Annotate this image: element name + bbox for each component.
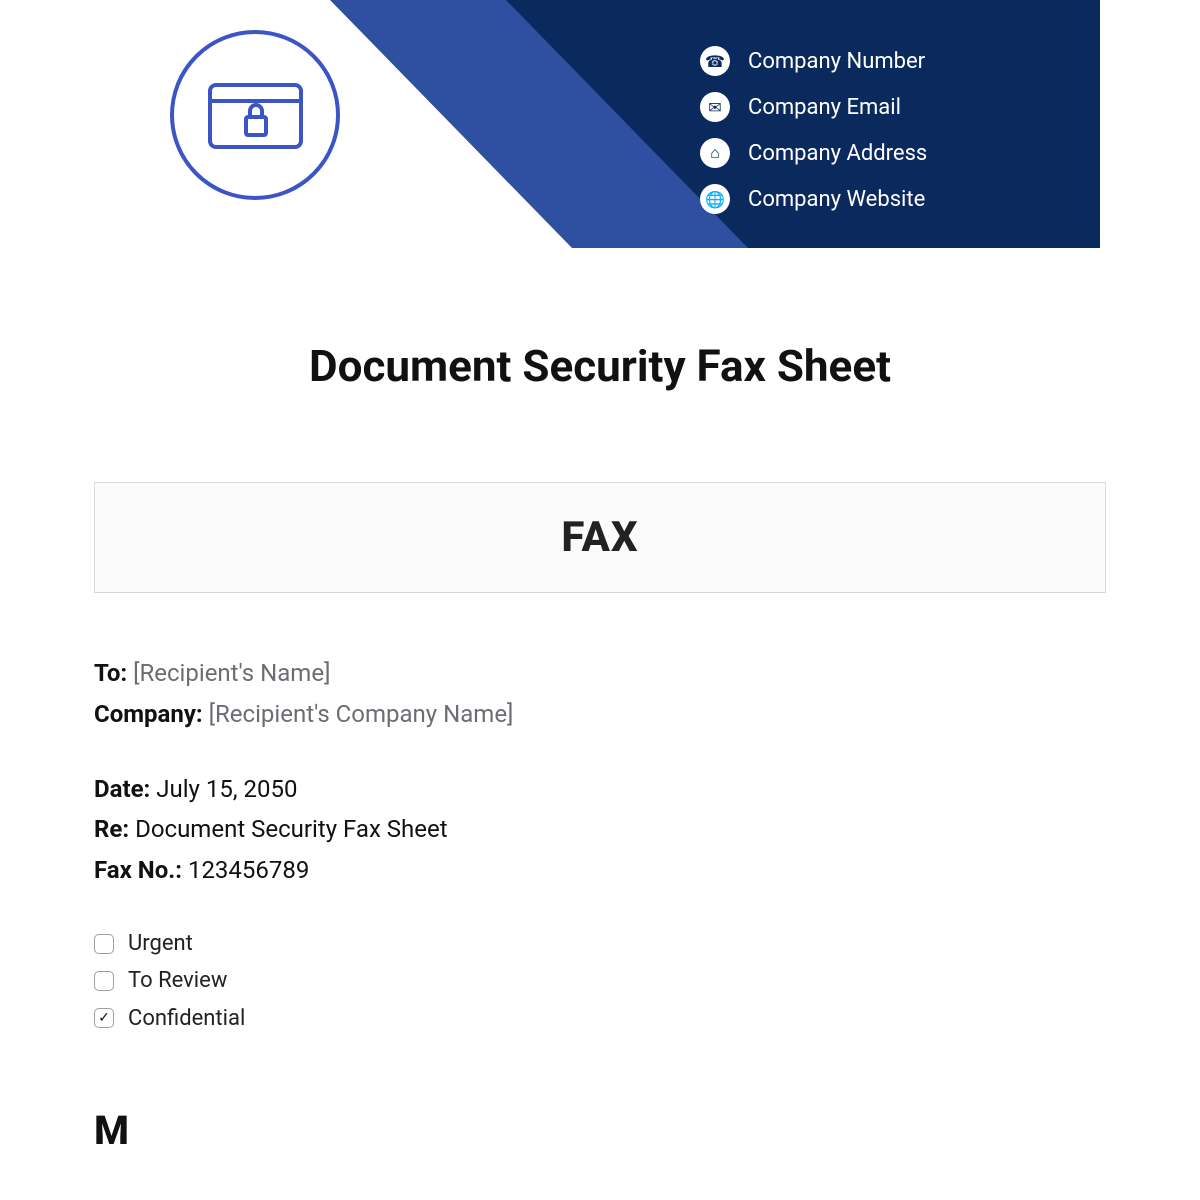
address-icon: ⌂ [700,138,730,168]
website-icon: 🌐 [700,184,730,214]
checkbox-icon[interactable] [94,934,114,954]
contact-item-website: 🌐 Company Website [700,184,927,214]
message-heading: M [94,1107,1106,1154]
checkbox-label: Confidential [128,1000,245,1037]
field-company: Company: [Recipient's Company Name] [94,694,1106,735]
header: ☎ Company Number ✉ Company Email ⌂ Compa… [0,0,1200,248]
page-title: Document Security Fax Sheet [94,340,1106,392]
fax-heading-box: FAX [94,482,1106,593]
meta-block: Date: July 15, 2050 Re: Document Securit… [94,769,1106,891]
contact-label: Company Number [748,49,925,74]
field-label: Company: [94,700,203,728]
field-re: Re: Document Security Fax Sheet [94,809,1106,850]
content: Document Security Fax Sheet FAX To: [Rec… [94,340,1106,1154]
checkbox-label: Urgent [128,925,193,962]
field-label: To: [94,659,127,687]
contact-item-address: ⌂ Company Address [700,138,927,168]
checkbox-label: To Review [128,962,227,999]
contact-list: ☎ Company Number ✉ Company Email ⌂ Compa… [700,46,927,214]
checkbox-icon[interactable] [94,1008,114,1028]
field-value[interactable]: 123456789 [188,856,309,884]
lock-window-icon [208,75,303,155]
contact-item-number: ☎ Company Number [700,46,927,76]
checkbox-to-review[interactable]: To Review [94,962,1106,999]
contact-label: Company Address [748,141,927,166]
contact-label: Company Website [748,187,925,212]
email-icon: ✉ [700,92,730,122]
logo [170,30,340,200]
fax-heading-label: FAX [95,513,1105,562]
contact-label: Company Email [748,95,901,120]
field-value[interactable]: Document Security Fax Sheet [135,815,448,843]
field-label: Fax No.: [94,856,182,884]
field-value[interactable]: July 15, 2050 [156,775,297,803]
checkbox-urgent[interactable]: Urgent [94,925,1106,962]
checkbox-confidential[interactable]: Confidential [94,1000,1106,1037]
field-fax-no: Fax No.: 123456789 [94,850,1106,891]
field-label: Re: [94,815,129,843]
logo-circle [170,30,340,200]
field-to: To: [Recipient's Name] [94,653,1106,694]
field-value[interactable]: [Recipient's Name] [133,659,330,687]
field-value[interactable]: [Recipient's Company Name] [209,700,514,728]
phone-icon: ☎ [700,46,730,76]
field-date: Date: July 15, 2050 [94,769,1106,810]
checkbox-group: Urgent To Review Confidential [94,925,1106,1037]
contact-item-email: ✉ Company Email [700,92,927,122]
recipient-block: To: [Recipient's Name] Company: [Recipie… [94,653,1106,735]
checkbox-icon[interactable] [94,971,114,991]
field-label: Date: [94,775,150,803]
